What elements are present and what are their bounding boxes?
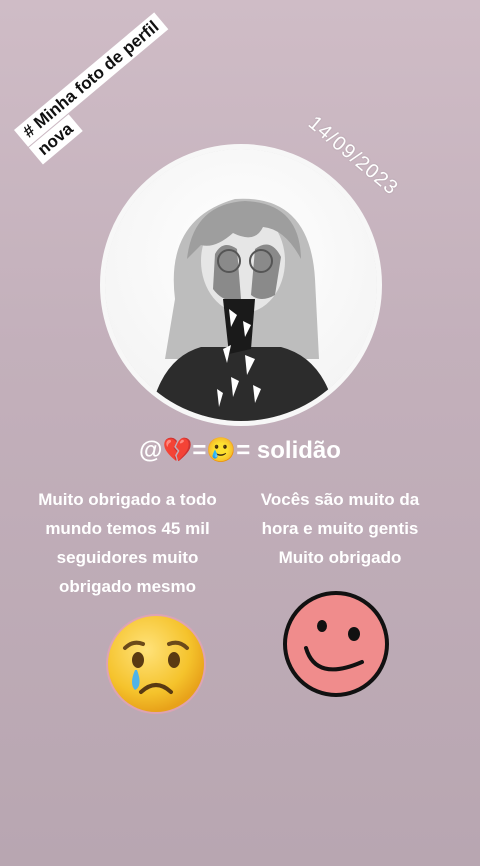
profile-photo-caption-sticker: # Minha foto de perfil nova [14, 12, 184, 165]
message-left-line: obrigado mesmo [59, 577, 196, 596]
message-left-line: Muito obrigado a todo [38, 490, 217, 509]
crying-face-emoji-icon [103, 612, 209, 716]
message-right-line: Vocês são muito da [260, 490, 420, 509]
message-left-line: seguidores muito [56, 548, 199, 567]
pink-smiley-face-icon [282, 590, 390, 698]
profile-avatar [100, 144, 382, 426]
thank-you-message-left: Muito obrigado a todo mundo temos 45 mil… [20, 485, 235, 601]
thank-you-message-right: Vocês são muito da hora e muito gentis M… [240, 485, 440, 572]
sticker-line-1: # Minha foto de perfil [14, 12, 169, 147]
message-right-line: Muito obrigado [278, 548, 402, 567]
message-left-line: mundo temos 45 mil [45, 519, 210, 538]
anime-girl-avatar-image [105, 149, 377, 421]
message-right-line: hora e muito gentis [261, 519, 419, 538]
profile-handle: @💔=🥲= solidão [139, 437, 341, 464]
